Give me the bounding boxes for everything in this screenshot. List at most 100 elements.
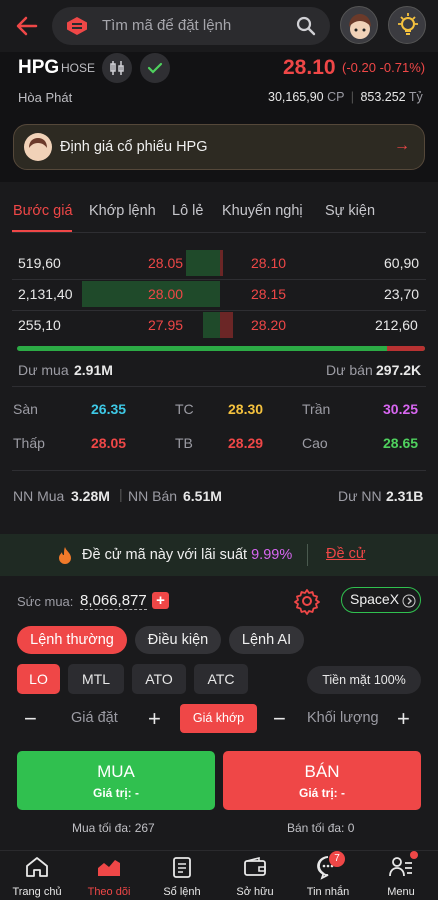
order-type-ai[interactable]: Lệnh AI — [229, 626, 304, 654]
menu-notification-dot — [410, 851, 418, 859]
ask-volume: 23,70 — [384, 286, 420, 302]
qty-increase-button[interactable]: + — [397, 706, 410, 732]
nn-mua-label: NN Mua — [13, 488, 65, 504]
chart-area-icon — [96, 854, 122, 880]
quantity-input[interactable]: Khối lượng — [307, 710, 379, 726]
app-logo-icon — [66, 16, 88, 36]
orderbook-panel — [0, 182, 438, 534]
separator: | — [119, 486, 123, 502]
bid-depth-bar — [203, 312, 220, 338]
wallet-icon — [242, 854, 268, 880]
search-input[interactable]: Tìm mã để đặt lệnh — [102, 17, 231, 34]
ask-volume: 60,90 — [384, 255, 420, 271]
order-type-conditional[interactable]: Điều kiện — [135, 626, 221, 654]
match-price-button[interactable]: Giá khớp — [180, 704, 257, 733]
search-bar[interactable]: Tìm mã để đặt lệnh — [52, 7, 330, 45]
gear-icon[interactable] — [293, 587, 321, 618]
tab-su-kien[interactable]: Sự kiện — [325, 203, 375, 219]
fire-icon — [58, 546, 72, 567]
buy-sell-ratio-bar — [17, 346, 425, 351]
tc-label: TC — [175, 401, 194, 417]
cao-value: 28.65 — [383, 435, 419, 451]
promo-text: Đề cử mã này với lãi suất 9.99% — [82, 547, 293, 563]
bid-price[interactable]: 28.00 — [148, 286, 183, 302]
clipboard-icon — [169, 854, 195, 880]
tran-label: Trần — [302, 401, 331, 417]
max-buy: Mua tối đa: 267 — [72, 821, 155, 835]
nav-menu[interactable]: Menu — [365, 854, 437, 898]
ask-price[interactable]: 28.10 — [251, 255, 286, 271]
user-avatar[interactable] — [340, 6, 378, 44]
thap-label: Thấp — [13, 435, 45, 451]
recommend-link[interactable]: Đề cử — [326, 546, 366, 562]
valuation-banner[interactable]: Định giá cổ phiếu HPG → — [13, 124, 425, 170]
san-label: Sàn — [13, 401, 38, 417]
sell-button[interactable]: BÁN Giá trị: - — [223, 751, 421, 810]
ask-price[interactable]: 28.15 — [251, 286, 286, 302]
nav-watchlist[interactable]: Theo dõi — [73, 854, 145, 898]
message-count-badge: 7 — [329, 851, 345, 867]
home-icon — [24, 854, 50, 880]
price-type-ato[interactable]: ATO — [132, 664, 186, 694]
cao-label: Cao — [302, 435, 328, 451]
tab-lo-le[interactable]: Lô lẻ — [172, 203, 203, 219]
price-type-atc[interactable]: ATC — [194, 664, 248, 694]
tc-value: 28.30 — [228, 401, 264, 417]
thap-value: 28.05 — [91, 435, 127, 451]
bid-depth-bar — [186, 250, 220, 276]
price-type-mtl[interactable]: MTL — [68, 664, 124, 694]
price-decrease-button[interactable]: − — [24, 706, 37, 732]
nav-holdings[interactable]: Sở hữu — [219, 854, 291, 898]
san-value: 26.35 — [91, 401, 127, 417]
candlestick-chart-icon[interactable] — [102, 53, 132, 83]
tab-khuyen-nghi[interactable]: Khuyến nghị — [222, 203, 303, 219]
stock-change: (-0.20 -0.71%) — [342, 60, 426, 75]
tran-value: 30.25 — [383, 401, 419, 417]
volume-unit: CP — [327, 90, 345, 104]
divider — [12, 232, 426, 233]
divider — [307, 544, 308, 566]
nav-orderbook[interactable]: Sổ lệnh — [146, 854, 218, 898]
volume-info: 30,165,90 CP | 853.252 Tỷ — [268, 90, 423, 104]
bid-volume: 255,10 — [18, 317, 61, 333]
du-ban-value: 297.2K — [376, 362, 422, 378]
nn-ban-value: 6.51M — [183, 488, 222, 504]
nav-home[interactable]: Trang chủ — [1, 854, 73, 898]
price-type-lo[interactable]: LO — [17, 664, 60, 694]
menu-user-icon — [388, 854, 414, 880]
du-ban-label: Dư bán — [326, 362, 373, 378]
cash-ratio-selector[interactable]: Tiền mặt 100% — [307, 666, 421, 694]
price-increase-button[interactable]: + — [148, 706, 161, 732]
divider — [12, 310, 426, 311]
order-type-normal[interactable]: Lệnh thường — [17, 626, 127, 654]
ask-price[interactable]: 28.20 — [251, 317, 286, 333]
bid-price[interactable]: 28.05 — [148, 255, 183, 271]
divider — [12, 386, 426, 387]
ask-volume: 212,60 — [375, 317, 418, 333]
du-mua-value: 2.91M — [74, 362, 113, 378]
lightbulb-icon[interactable] — [388, 6, 426, 44]
search-icon[interactable] — [296, 16, 316, 36]
nav-messages[interactable]: Tin nhắn — [292, 854, 364, 898]
banner-arrow-icon[interactable]: → — [394, 137, 410, 155]
tab-khop-lenh[interactable]: Khớp lệnh — [89, 203, 156, 219]
bid-price[interactable]: 27.95 — [148, 317, 183, 333]
back-arrow-icon[interactable] — [14, 13, 40, 39]
tab-buoc-gia[interactable]: Bước giá — [13, 203, 73, 219]
value-unit: Tỷ — [408, 90, 423, 104]
qty-decrease-button[interactable]: − — [273, 706, 286, 732]
buy-label: MUA — [97, 762, 135, 781]
watchlist-check-icon[interactable] — [140, 53, 170, 83]
ask-depth-bar — [220, 250, 223, 276]
nn-ban-label: NN Bán — [128, 488, 178, 504]
divider — [12, 470, 426, 471]
account-name: SpaceX — [350, 591, 400, 607]
company-name: Hòa Phát — [18, 90, 73, 105]
account-selector[interactable]: SpaceX — [341, 587, 421, 613]
add-funds-icon[interactable]: + — [152, 592, 169, 609]
buy-button[interactable]: MUA Giá trị: - — [17, 751, 215, 810]
total-value: 853.252 — [360, 90, 406, 104]
du-nn-label: Dư NN — [338, 488, 382, 504]
price-input[interactable]: Giá đặt — [71, 710, 118, 726]
suc-mua-value: 8,066,877 — [80, 592, 147, 610]
